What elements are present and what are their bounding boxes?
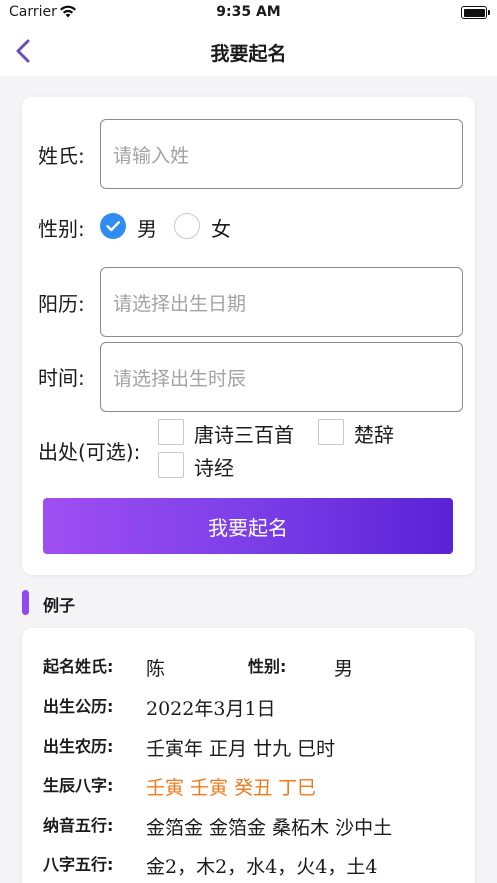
source-shijing-checkbox[interactable] bbox=[158, 452, 184, 478]
source-label: 出处(可选): bbox=[38, 440, 141, 464]
checkmark-icon bbox=[106, 221, 120, 232]
example-surname-value: 陈 bbox=[146, 658, 166, 680]
gender-male-label[interactable]: 男 bbox=[137, 213, 157, 242]
example-bazi-value: 壬寅 壬寅 癸丑 丁巳 bbox=[146, 777, 317, 799]
birth-date-picker[interactable]: 请选择出生日期 bbox=[100, 267, 463, 337]
source-chuci-label[interactable]: 楚辞 bbox=[354, 419, 394, 448]
solar-date-label: 阳历: bbox=[38, 292, 85, 316]
source-shijing-label[interactable]: 诗经 bbox=[194, 452, 234, 481]
example-row-value: 金2，木2，水4，火4，土4 bbox=[146, 856, 378, 878]
example-row-value: 金箔金 金箔金 桑柘木 沙中土 bbox=[146, 817, 393, 839]
source-chuci-checkbox[interactable] bbox=[318, 419, 344, 445]
example-row-label: 纳音五行: bbox=[43, 816, 114, 835]
example-card: 起名姓氏: 陈 性别: 男 出生公历: 2022年3月1日 出生农历: 壬寅年 … bbox=[22, 628, 475, 883]
example-row-label: 出生公历: bbox=[43, 697, 114, 716]
example-row-value: 壬寅年 正月 廿九 巳时 bbox=[146, 738, 336, 760]
gender-label: 性别: bbox=[38, 217, 85, 241]
battery-icon bbox=[461, 6, 490, 19]
example-gender-value: 男 bbox=[334, 658, 354, 680]
birth-time-picker[interactable]: 请选择出生时辰 bbox=[100, 342, 463, 412]
gender-female-label[interactable]: 女 bbox=[211, 213, 231, 242]
section-accent-bar bbox=[22, 590, 29, 615]
surname-input[interactable]: 请输入姓 bbox=[100, 119, 463, 189]
clock: 9:35 AM bbox=[216, 4, 281, 20]
generate-name-button[interactable]: 我要起名 bbox=[43, 498, 453, 554]
navigation-bar: 我要起名 bbox=[0, 26, 497, 76]
page-title: 我要起名 bbox=[210, 43, 287, 65]
status-bar: Carrier 9:35 AM bbox=[0, 0, 497, 26]
example-surname-label: 起名姓氏: bbox=[43, 657, 114, 676]
naming-form-card: 姓氏: 请输入姓 性别: 男 女 阳历: 请选择出生日期 时间: 请选择出生时辰… bbox=[22, 97, 475, 575]
example-section-title: 例子 bbox=[43, 596, 76, 615]
birth-time-label: 时间: bbox=[38, 366, 85, 390]
example-gender-label: 性别: bbox=[248, 657, 287, 676]
example-row-label: 生辰八字: bbox=[43, 776, 114, 795]
birth-date-placeholder: 请选择出生日期 bbox=[113, 292, 247, 315]
source-tangshi-checkbox[interactable] bbox=[158, 419, 184, 445]
example-row-value: 2022年3月1日 bbox=[146, 698, 276, 720]
example-row-label: 八字五行: bbox=[43, 855, 114, 874]
example-row-label: 出生农历: bbox=[43, 737, 114, 756]
birth-time-placeholder: 请选择出生时辰 bbox=[113, 367, 247, 390]
surname-placeholder: 请输入姓 bbox=[113, 144, 190, 167]
source-tangshi-label[interactable]: 唐诗三百首 bbox=[194, 419, 294, 448]
gender-male-radio[interactable] bbox=[100, 213, 126, 239]
gender-female-radio[interactable] bbox=[174, 213, 200, 239]
surname-label: 姓氏: bbox=[38, 144, 85, 168]
